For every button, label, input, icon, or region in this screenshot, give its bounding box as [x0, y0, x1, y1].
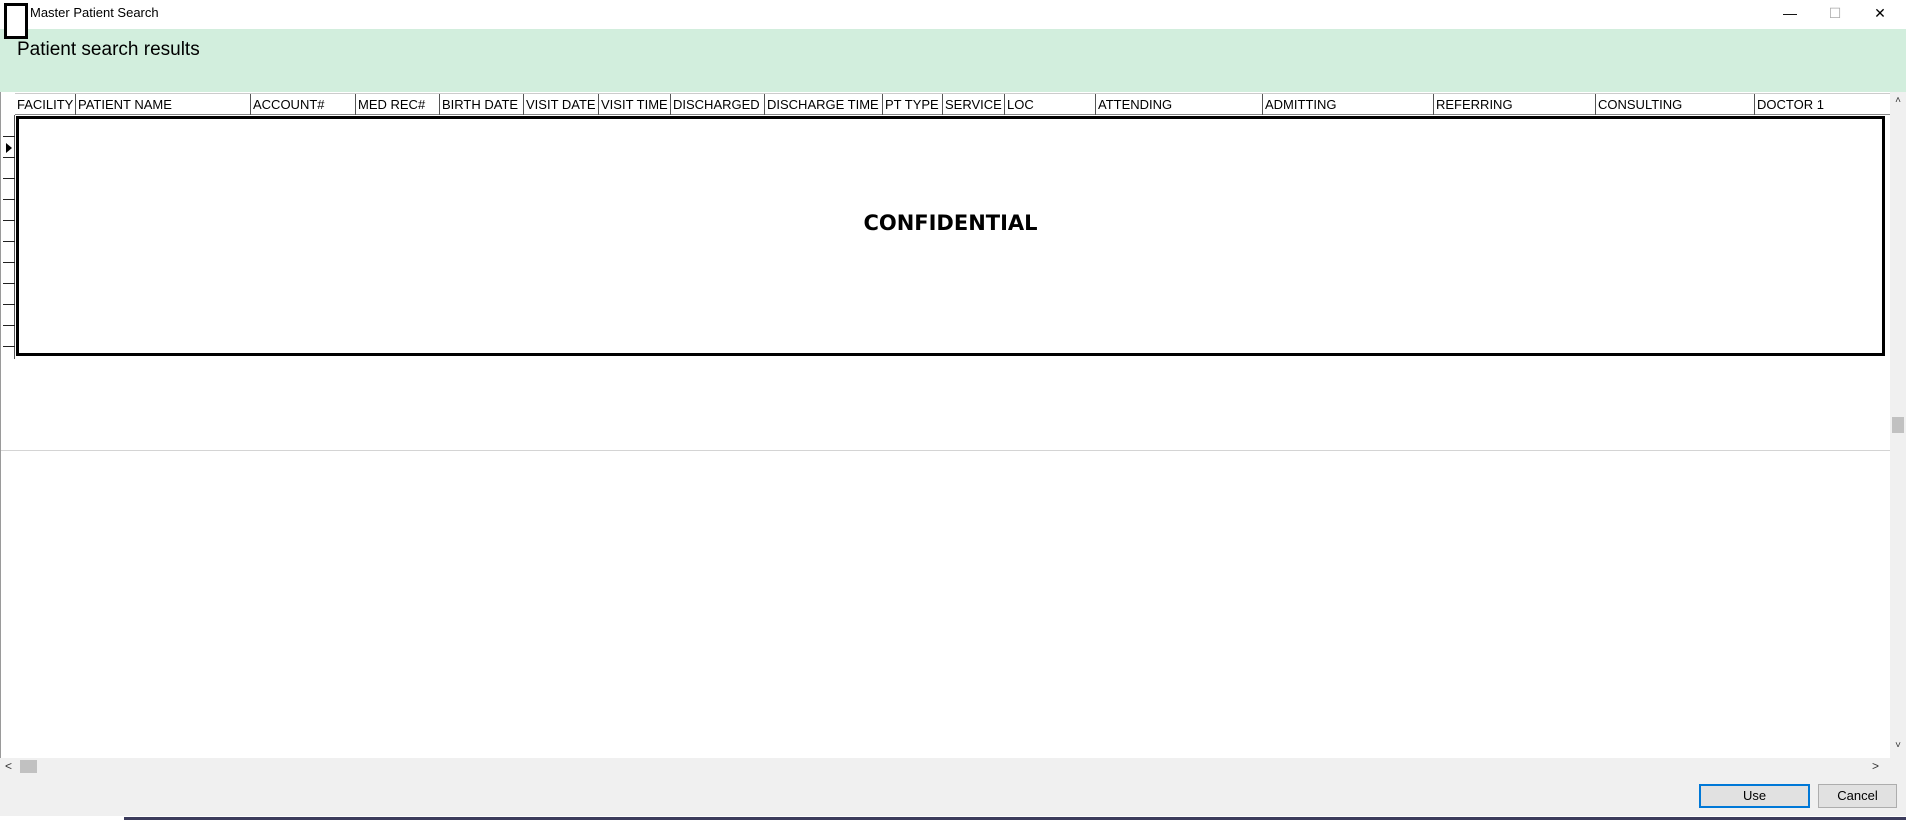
cancel-button[interactable]: Cancel — [1818, 784, 1897, 808]
column-header-attending[interactable]: ATTENDING — [1096, 94, 1263, 115]
scroll-up-icon[interactable]: ˄ — [1890, 95, 1906, 109]
column-header-doctor-1[interactable]: DOCTOR 1 — [1755, 94, 1891, 115]
title-bar: Master Patient Search — ☐ ✕ — [0, 0, 1906, 39]
column-header-account[interactable]: ACCOUNT# — [251, 94, 356, 115]
results-header: Patient search results — [0, 29, 1906, 92]
column-header-discharge-time[interactable]: DISCHARGE TIME — [765, 94, 883, 115]
column-header-facility[interactable]: FACILITY — [15, 94, 76, 115]
row-divider — [3, 136, 15, 137]
column-header-pt-type[interactable]: PT TYPE — [883, 94, 943, 115]
column-header-med-rec[interactable]: MED REC# — [356, 94, 440, 115]
row-divider — [3, 220, 15, 221]
row-divider — [3, 325, 15, 326]
minimize-button[interactable]: — — [1768, 0, 1812, 26]
horizontal-scroll-thumb[interactable] — [20, 760, 37, 773]
row-divider — [3, 346, 15, 347]
column-header-loc[interactable]: LOC — [1005, 94, 1096, 115]
scroll-right-icon[interactable]: > — [1872, 758, 1886, 775]
column-header-visit-date[interactable]: VISIT DATE — [524, 94, 599, 115]
grid-rows-end-line — [1, 450, 1891, 451]
row-divider — [3, 178, 15, 179]
row-divider — [3, 157, 15, 158]
current-row-arrow-icon — [6, 143, 12, 153]
window-title: Master Patient Search — [30, 5, 159, 20]
confidential-label: CONFIDENTIAL — [863, 211, 1038, 235]
row-selector-column[interactable] — [3, 115, 15, 359]
use-button[interactable]: Use — [1699, 784, 1810, 808]
maximize-button[interactable]: ☐ — [1813, 0, 1857, 26]
row-divider — [3, 262, 15, 263]
vertical-scroll-thumb[interactable] — [1892, 417, 1904, 433]
horizontal-scrollbar[interactable]: < > — [0, 758, 1890, 775]
redaction-box: CONFIDENTIAL — [16, 116, 1885, 356]
column-header-service[interactable]: SERVICE — [943, 94, 1005, 115]
dialog-footer: Use Cancel — [0, 775, 1906, 820]
row-divider — [3, 199, 15, 200]
column-header-birth-date[interactable]: BIRTH DATE — [440, 94, 524, 115]
column-header-patient-name[interactable]: PATIENT NAME — [76, 94, 251, 115]
column-header-row: FACILITY PATIENT NAME ACCOUNT# MED REC# … — [15, 93, 1891, 115]
row-divider — [3, 241, 15, 242]
scroll-down-icon[interactable]: ˅ — [1890, 740, 1906, 754]
row-divider — [3, 304, 15, 305]
close-button[interactable]: ✕ — [1858, 0, 1902, 26]
column-header-visit-time[interactable]: VISIT TIME — [599, 94, 671, 115]
column-header-discharged[interactable]: DISCHARGED — [671, 94, 765, 115]
column-header-admitting[interactable]: ADMITTING — [1263, 94, 1434, 115]
scrollbar-corner — [1890, 758, 1906, 775]
row-divider — [3, 283, 15, 284]
app-icon — [4, 3, 28, 39]
column-header-consulting[interactable]: CONSULTING — [1596, 94, 1755, 115]
page-title: Patient search results — [17, 39, 200, 60]
scroll-left-icon[interactable]: < — [5, 758, 19, 775]
column-header-referring[interactable]: REFERRING — [1434, 94, 1596, 115]
vertical-scrollbar[interactable]: ˄ ˅ — [1890, 92, 1906, 758]
